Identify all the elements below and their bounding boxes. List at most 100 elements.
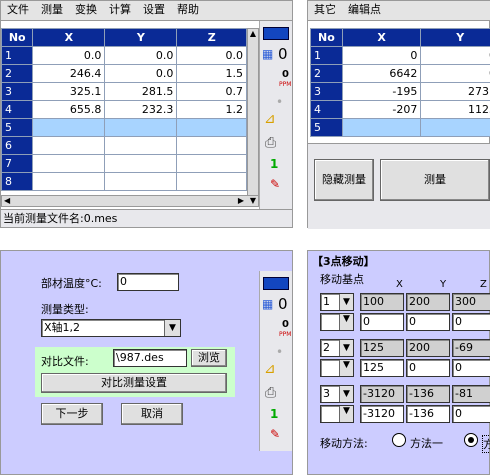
panel-edit-points: 其它编辑点 No X Y 100 266420 3-1952731 4-2071… xyxy=(307,0,490,229)
scroll-right-arrow[interactable]: ▶ xyxy=(238,196,244,205)
prism-icon[interactable]: ⊿ xyxy=(264,361,276,377)
level-icon: 1 xyxy=(270,407,279,421)
cancel-button[interactable]: 取消 xyxy=(121,403,183,425)
coord-input[interactable]: -69 xyxy=(452,339,490,357)
measure-type-select[interactable]: X轴1,2 ▼ xyxy=(41,319,181,337)
col-header-y: Y xyxy=(440,279,447,290)
compare-file-label: 对比文件: xyxy=(41,355,89,368)
laser-icon[interactable]: ⎙ xyxy=(265,385,276,401)
method1-radio[interactable] xyxy=(392,433,406,447)
coord-input[interactable]: 300 xyxy=(452,293,490,311)
radio-selected-dot xyxy=(468,437,474,443)
method2-radio[interactable] xyxy=(464,433,478,447)
chevron-down-icon[interactable]: ▼ xyxy=(339,314,353,330)
icon-column: ▦ 0 0 PPM • ⊿ ⎙ 1 ✎ xyxy=(259,21,292,209)
ppm-value: 0 xyxy=(282,69,289,80)
level-icon: 1 xyxy=(270,157,279,171)
laser-icon[interactable]: ⎙ xyxy=(265,135,276,151)
measure-button[interactable]: 测量 xyxy=(380,159,490,201)
coord-input[interactable]: 200 xyxy=(406,339,450,357)
browse-button[interactable]: 浏览 xyxy=(191,349,227,367)
point-group-1: 1 ▼ 100 200 300 ▼ 0 0 0 xyxy=(320,293,490,333)
menu-settings[interactable]: 设置 xyxy=(137,1,171,19)
menu-other[interactable]: 其它 xyxy=(308,1,342,19)
table-row[interactable]: 266420 xyxy=(310,64,490,83)
table-row-selected[interactable]: 5 xyxy=(0,118,247,137)
table-row[interactable]: 6 xyxy=(0,136,247,155)
coord-input[interactable]: 0 xyxy=(406,313,450,331)
compare-settings-button[interactable]: 对比测量设置 xyxy=(41,373,227,393)
ppm-unit: PPM xyxy=(279,81,292,88)
chevron-down-icon[interactable]: ▼ xyxy=(339,294,353,310)
scroll-left-arrow[interactable]: ◀ xyxy=(4,196,10,205)
coord-input[interactable]: 125 xyxy=(360,339,404,357)
col-header-x: X xyxy=(341,28,422,47)
counter-icon: ▦ xyxy=(262,297,274,311)
coord-input[interactable]: 0 xyxy=(360,313,404,331)
point-group-2: 2 ▼ 125 200 -69 ▼ 125 0 0 xyxy=(320,339,490,379)
coord-input[interactable]: 200 xyxy=(406,293,450,311)
point-table: No X Y Z 1 0.0 0.0 0.0 2 246.4 0.0 1.5 3 325.1 2… xyxy=(0,28,247,191)
menu-calculate[interactable]: 计算 xyxy=(103,1,137,19)
vertical-scrollbar[interactable]: ▲ xyxy=(247,28,259,196)
col-header-z: Z xyxy=(176,28,247,47)
chevron-down-icon[interactable]: ▼ xyxy=(339,360,353,376)
coord-input[interactable]: 0 xyxy=(452,313,490,331)
menu-edit-point[interactable]: 编辑点 xyxy=(342,1,387,19)
menu-help[interactable]: 帮助 xyxy=(171,1,205,19)
menu-file[interactable]: 文件 xyxy=(1,1,35,19)
coord-input[interactable]: -81 xyxy=(452,385,490,403)
panel-compare-setup: 部材温度°C: 0 测量类型: X轴1,2 ▼ 对比文件: \987.des 浏… xyxy=(0,250,293,475)
col-header-x: X xyxy=(396,279,403,290)
hide-measure-button[interactable]: 隐藏测量 xyxy=(314,159,374,201)
table-row[interactable]: 100 xyxy=(310,46,490,65)
battery-icon[interactable] xyxy=(263,277,289,290)
coord-input[interactable]: -136 xyxy=(406,405,450,423)
next-button[interactable]: 下一步 xyxy=(41,403,103,425)
coord-input[interactable]: 0 xyxy=(406,359,450,377)
temperature-input[interactable]: 0 xyxy=(117,273,179,291)
table-row[interactable]: 4 655.8 232.3 1.2 xyxy=(0,100,247,119)
coord-input[interactable]: 125 xyxy=(360,359,404,377)
coord-input[interactable]: -136 xyxy=(406,385,450,403)
scroll-up-arrow[interactable]: ▲ xyxy=(248,29,258,38)
menu-measure[interactable]: 测量 xyxy=(35,1,69,19)
table-row[interactable]: 4-2071125 xyxy=(310,100,490,119)
table-row[interactable]: 3 325.1 281.5 0.7 xyxy=(0,82,247,101)
method1-label: 方法一 xyxy=(410,437,443,450)
menu-transform[interactable]: 变换 xyxy=(69,1,103,19)
coord-input[interactable]: 0 xyxy=(452,405,490,423)
chevron-down-icon[interactable]: ▼ xyxy=(339,386,353,402)
base-point-select[interactable]: ▼ xyxy=(320,313,354,331)
base-point-select[interactable]: 3 ▼ xyxy=(320,385,354,403)
prism-icon[interactable]: ⊿ xyxy=(264,111,276,127)
point-table: No X Y 100 266420 3-1952731 4-2071125 5 xyxy=(310,28,490,137)
edit-icon[interactable]: ✎ xyxy=(270,177,280,191)
base-point-select[interactable]: 1 ▼ xyxy=(320,293,354,311)
table-row[interactable]: 8 xyxy=(0,172,247,191)
scroll-down-arrow[interactable]: ▼ xyxy=(250,196,256,205)
coord-input[interactable]: 100 xyxy=(360,293,404,311)
coord-input[interactable]: -3120 xyxy=(360,385,404,403)
ppm-unit: PPM xyxy=(279,331,292,338)
edit-icon[interactable]: ✎ xyxy=(270,427,280,441)
table-row[interactable]: 2 246.4 0.0 1.5 xyxy=(0,64,247,83)
coord-input[interactable]: 0 xyxy=(452,359,490,377)
chevron-down-icon[interactable]: ▼ xyxy=(164,320,180,336)
chevron-down-icon[interactable]: ▼ xyxy=(339,340,353,356)
menu-bar: 其它 编辑点 xyxy=(308,1,490,21)
base-point-select[interactable]: ▼ xyxy=(320,359,354,377)
move-base-label: 移动基点 xyxy=(320,273,364,286)
base-point-select[interactable]: 2 ▼ xyxy=(320,339,354,357)
base-point-select[interactable]: ▼ xyxy=(320,405,354,423)
chevron-down-icon[interactable]: ▼ xyxy=(339,406,353,422)
table-row[interactable]: 1 0.0 0.0 0.0 xyxy=(0,46,247,65)
table-row[interactable]: 7 xyxy=(0,154,247,173)
horizontal-scrollbar[interactable]: ◀ ▶ ▼ xyxy=(1,195,259,207)
table-row[interactable]: 3-1952731 xyxy=(310,82,490,101)
coord-input[interactable]: -3120 xyxy=(360,405,404,423)
panel-title: 【3点移动】 xyxy=(312,255,375,268)
compare-file-input[interactable]: \987.des xyxy=(113,349,187,367)
battery-icon[interactable] xyxy=(263,27,289,40)
table-row-selected[interactable]: 5 xyxy=(310,118,490,137)
